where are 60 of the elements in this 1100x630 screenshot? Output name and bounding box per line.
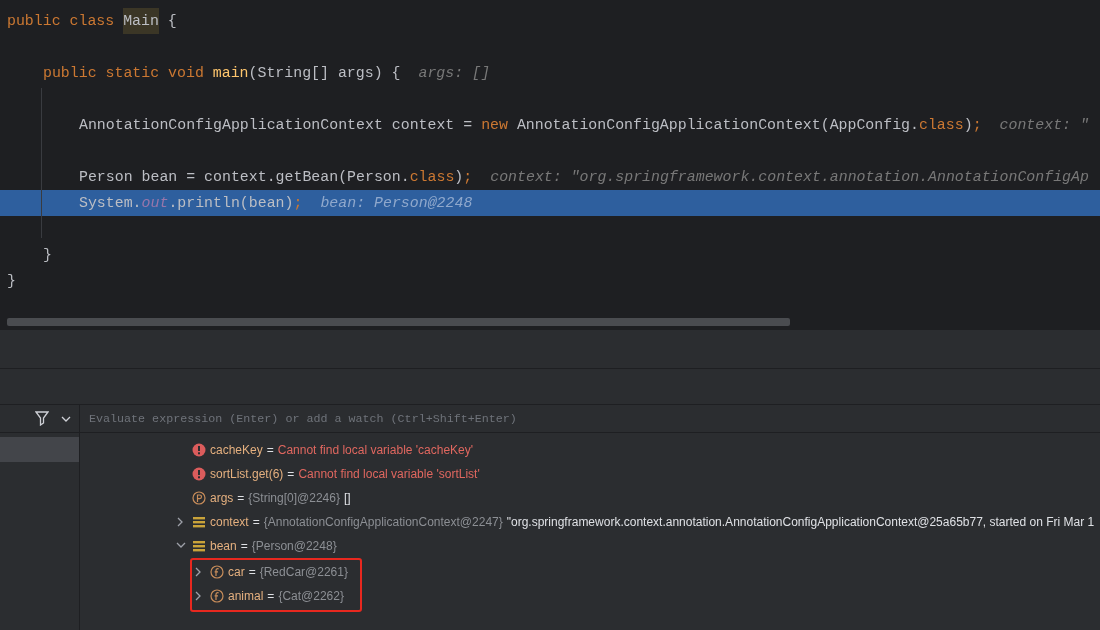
variable-value: "org.springframework.context.annotation.AnnotationConfigApplicationContext@25a65b77, started on Fri Mar 1 — [506, 515, 1095, 529]
variable-name: animal — [228, 589, 264, 603]
error-icon — [192, 443, 206, 457]
code-keyword: class — [919, 116, 964, 135]
chevron-down-icon[interactable] — [61, 415, 71, 422]
equals-sign: = — [252, 515, 260, 529]
evaluate-expression-field[interactable]: Evaluate expression (Enter) or add a watch (Ctrl+Shift+Enter) — [89, 405, 1100, 432]
code-text: .println(bean) — [168, 194, 294, 213]
equals-sign: = — [237, 491, 245, 505]
equals-sign: = — [287, 467, 295, 481]
code-keyword: class — [409, 168, 455, 187]
code-text: } — [43, 246, 52, 265]
error-message: Cannot find local variable 'sortList' — [298, 467, 480, 481]
code-text: { — [166, 12, 177, 31]
code-keyword: ; — [293, 194, 303, 213]
variable-name: context — [210, 515, 249, 529]
error-message: Cannot find local variable 'cacheKey' — [277, 443, 474, 457]
equals-sign: = — [266, 443, 274, 457]
variable-type: {RedCar@2261} — [259, 565, 348, 579]
local-variable-icon — [192, 539, 206, 553]
code-text: System. — [79, 194, 142, 213]
variable-name: args — [210, 491, 234, 505]
code-text: ) — [454, 168, 464, 187]
variable-type: {AnnotationConfigApplicationContext@2247} — [263, 515, 503, 529]
variable-name: sortList.get(6) — [210, 467, 284, 481]
variable-type: {Person@2248} — [251, 539, 337, 553]
variable-type: {String[0]@2246} — [248, 491, 340, 505]
variable-name: cacheKey — [210, 443, 263, 457]
inline-value-hint: args: [] — [418, 64, 490, 83]
equals-sign: = — [248, 565, 256, 579]
field-icon — [210, 565, 224, 579]
variable-name: bean — [210, 539, 237, 553]
code-text: AnnotationConfigApplicationContext context = — [79, 116, 474, 135]
code-text: AnnotationConfigApplicationContext(AppConfig. — [516, 116, 919, 135]
variable-type: {Cat@2262} — [278, 589, 344, 603]
error-icon — [192, 467, 206, 481]
equals-sign: = — [240, 539, 248, 553]
parameter-icon — [192, 491, 206, 505]
filter-icon[interactable] — [35, 411, 49, 426]
code-text: } — [7, 272, 16, 291]
code-text: ) — [963, 116, 973, 135]
horizontal-scrollbar[interactable] — [7, 318, 790, 326]
code-keyword: ; — [972, 116, 982, 135]
code-keyword: new — [481, 116, 509, 135]
code-text: (String[] args) { — [248, 64, 401, 83]
inline-value-hint: bean: Person@2248 — [320, 194, 473, 213]
code-keyword: public static void — [43, 64, 205, 83]
inline-value-hint: context: " — [999, 116, 1089, 135]
code-text: Person bean = context.getBean(Person. — [79, 168, 410, 187]
equals-sign: = — [267, 589, 275, 603]
method-name: main — [212, 64, 249, 83]
local-variable-icon — [192, 515, 206, 529]
code-keyword: public class — [7, 12, 116, 31]
inline-value-hint: context: "org.springframework.context.annotation.AnnotationConfigAp — [490, 168, 1089, 187]
static-field: out — [141, 190, 169, 216]
field-icon — [210, 589, 224, 603]
variable-name: car — [228, 565, 245, 579]
code-keyword: ; — [463, 168, 473, 187]
variable-value: [] — [343, 491, 351, 505]
highlighted-identifier: Main — [123, 8, 159, 34]
